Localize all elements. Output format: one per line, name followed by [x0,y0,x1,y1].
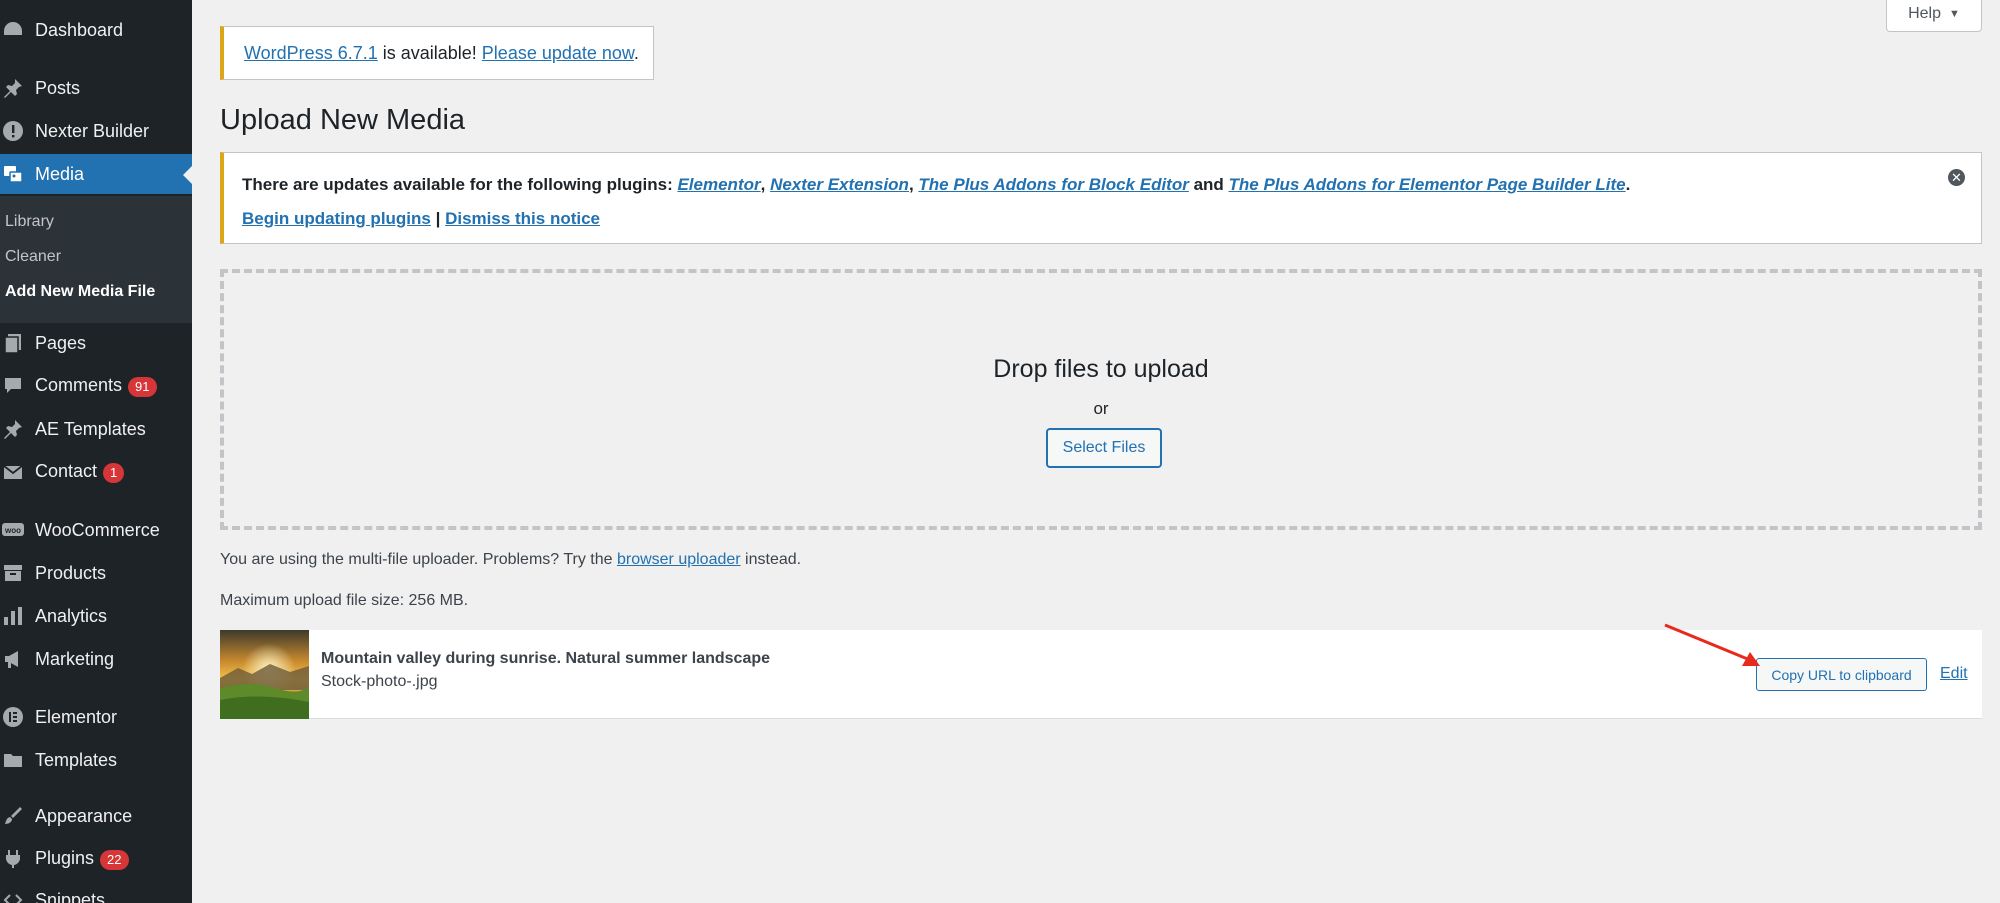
media-icon [0,161,26,187]
plugin-updates-notice: There are updates available for the foll… [220,152,1982,244]
sidebar-item-label: Pages [35,332,87,353]
dismiss-notice-link[interactable]: Dismiss this notice [445,209,600,228]
comment-icon [0,373,26,399]
plugin-notice-actions: Begin updating plugins | Dismiss this no… [242,209,601,228]
bar-chart-icon [0,603,26,629]
drop-files-text: Drop files to upload [993,355,1209,383]
sidebar-item-elementor[interactable]: Elementor [0,697,192,737]
comments-count-badge: 91 [128,376,157,397]
pages-icon [0,330,26,356]
plugin-link-elementor[interactable]: Elementor [677,175,760,194]
sidebar-item-label: Contact 1 [35,461,125,483]
caret-down-icon: ▼ [1949,7,1960,20]
sidebar-item-label: Nexter Builder [35,120,150,141]
uploader-note: You are using the multi-file uploader. P… [220,551,802,568]
submenu-item-library[interactable]: Library [5,213,54,231]
mail-icon [0,459,26,485]
drop-or-text: or [1093,399,1109,418]
sidebar-item-label: Plugins 22 [35,848,129,870]
help-tab-button[interactable]: Help ▼ [1886,0,1982,32]
sidebar-item-label: Marketing [35,648,115,669]
sidebar-item-label: Elementor [35,706,118,727]
folder-icon [0,747,26,773]
sidebar-item-label: Comments 91 [35,375,157,397]
sidebar-item-contact[interactable]: Contact 1 [0,452,192,492]
plugin-link-nexter-extension[interactable]: Nexter Extension [770,175,909,194]
nexter-icon [0,118,26,144]
contact-count-badge: 1 [103,462,125,483]
sidebar-item-marketing[interactable]: Marketing [0,639,192,679]
dismiss-close-icon[interactable]: ✕ [1948,169,1965,186]
sidebar-item-label: Media [35,163,85,184]
sidebar-item-label: Dashboard [35,19,124,40]
edit-media-link[interactable]: Edit [1940,665,1968,683]
plug-icon [0,846,26,872]
submenu-item-add-new-media-file[interactable]: Add New Media File [5,283,155,301]
sidebar-item-label: WooCommerce [35,519,160,540]
update-notice-text: WordPress 6.7.1 is available! Please upd… [244,42,639,63]
select-files-button[interactable]: Select Files [1046,428,1162,468]
brush-icon [0,803,26,829]
sidebar-item-snippets[interactable]: Snippets [0,880,192,903]
megaphone-icon [0,646,26,672]
svg-text:woo: woo [4,526,21,535]
dashboard-icon [0,17,26,43]
plugin-updates-text: There are updates available for the foll… [242,175,1631,194]
sidebar-item-label: Templates [35,749,118,770]
code-icon [0,887,26,903]
sidebar-item-label: Snippets [35,889,106,903]
pushpin-icon [0,416,26,442]
sidebar-item-label: Analytics [35,605,108,626]
sidebar-item-label: Appearance [35,805,133,826]
sidebar-item-analytics[interactable]: Analytics [0,596,192,636]
sidebar-item-woocommerce[interactable]: woo WooCommerce [0,510,192,550]
sidebar-item-nexter-builder[interactable]: Nexter Builder [0,111,192,151]
wordpress-update-notice: WordPress 6.7.1 is available! Please upd… [220,26,654,80]
sidebar-item-ae-templates[interactable]: AE Templates [0,409,192,449]
submenu-item-cleaner[interactable]: Cleaner [5,248,61,266]
copy-url-to-clipboard-button[interactable]: Copy URL to clipboard [1756,658,1927,691]
sidebar-item-products[interactable]: Products [0,553,192,593]
sidebar-item-label: AE Templates [35,418,146,439]
elementor-icon [0,704,26,730]
sidebar-item-appearance[interactable]: Appearance [0,796,192,836]
media-item-filename: Stock-photo-.jpg [321,673,438,690]
archive-icon [0,560,26,586]
page-title: Upload New Media [220,104,466,136]
media-item-title: Mountain valley during sunrise. Natural … [321,650,771,667]
drag-drop-upload-area[interactable]: Drop files to upload or Select Files [220,269,1982,530]
plugin-link-plus-addons-elementor[interactable]: The Plus Addons for Elementor Page Build… [1229,175,1626,194]
sidebar-item-dashboard[interactable]: Dashboard [0,10,192,50]
begin-updating-plugins-link[interactable]: Begin updating plugins [242,209,431,228]
plugins-count-badge: 22 [100,849,129,870]
annotation-arrow-icon [1664,623,1760,666]
sidebar-item-posts[interactable]: Posts [0,68,192,108]
woo-icon: woo [0,517,26,543]
sidebar-item-plugins[interactable]: Plugins 22 [0,839,192,879]
plugin-link-plus-addons-block-editor[interactable]: The Plus Addons for Block Editor [918,175,1188,194]
help-label: Help [1908,4,1941,22]
media-submenu: Library Cleaner Add New Media File [0,196,192,323]
sidebar-item-media[interactable]: Media [0,154,192,194]
pushpin-icon [0,75,26,101]
wordpress-version-link[interactable]: WordPress 6.7.1 [244,43,378,63]
browser-uploader-link[interactable]: browser uploader [617,551,741,568]
sidebar-item-label: Products [35,562,107,583]
media-thumbnail [220,630,309,719]
sidebar-item-label: Posts [35,77,81,98]
max-upload-size-text: Maximum upload file size: 256 MB. [220,592,469,609]
sidebar-item-templates[interactable]: Templates [0,740,192,780]
sidebar-item-pages[interactable]: Pages [0,323,192,363]
admin-sidebar: Dashboard Posts Nexter Builder Media Lib… [0,0,192,903]
sidebar-item-comments[interactable]: Comments 91 [0,366,192,406]
please-update-now-link[interactable]: Please update now [482,43,634,63]
